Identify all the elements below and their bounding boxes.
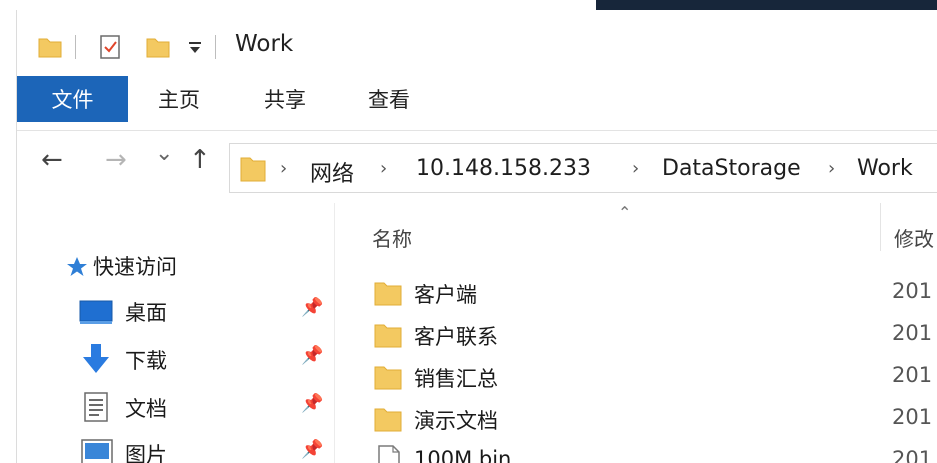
breadcrumb-separator: ›: [380, 158, 388, 179]
file-icon: [378, 445, 400, 463]
folder-icon: [374, 324, 402, 348]
list-item[interactable]: 客户联系 201: [374, 315, 934, 355]
sidebar-item-desktop[interactable]: 桌面 📌: [79, 291, 349, 331]
toolbar-separator: [75, 35, 76, 59]
file-date: 201: [892, 279, 933, 303]
sidebar-item-label: 文档: [125, 397, 167, 421]
tab-share[interactable]: 共享: [264, 76, 306, 122]
folder-icon: [240, 157, 266, 182]
pin-icon[interactable]: 📌: [301, 439, 323, 460]
tab-home[interactable]: 主页: [158, 76, 200, 122]
customize-toolbar-dropdown-icon[interactable]: [187, 40, 203, 54]
sidebar-item-pictures[interactable]: 图片 📌: [79, 433, 349, 463]
file-name: 销售汇总: [414, 367, 498, 391]
file-date: 201: [892, 447, 933, 463]
file-list: ⌃ 名称 修改 客户端 201 客户联系 201 销售汇总 201 演示文档 2…: [336, 203, 937, 463]
file-name: 100M.bin: [414, 447, 512, 463]
folder-icon: [374, 366, 402, 390]
pin-icon[interactable]: 📌: [301, 297, 323, 318]
column-header-name[interactable]: 名称: [372, 223, 412, 252]
sidebar-item-documents[interactable]: 文档 📌: [79, 387, 349, 427]
list-item[interactable]: 销售汇总 201: [374, 357, 934, 397]
file-date: 201: [892, 321, 933, 345]
navigation-pane: 快速访问 桌面 📌 下载 📌 文档 📌 图片 📌: [17, 203, 335, 463]
sidebar-item-downloads[interactable]: 下载 📌: [79, 339, 349, 379]
desktop-icon: [79, 300, 113, 324]
list-item[interactable]: 100M.bin 201: [374, 441, 934, 463]
background-window-edge: [596, 0, 937, 10]
ribbon: 文件 主页 共享 查看: [17, 76, 937, 131]
breadcrumb-work[interactable]: Work: [857, 156, 913, 181]
file-name: 演示文档: [414, 409, 498, 433]
breadcrumb-separator: ›: [280, 158, 288, 179]
sort-ascending-icon: ⌃: [618, 203, 632, 222]
file-name: 客户联系: [414, 325, 498, 349]
sidebar-item-label: 快速访问: [93, 255, 177, 279]
arrow-left-icon[interactable]: ←: [41, 145, 63, 175]
sidebar-item-label: 下载: [125, 349, 167, 373]
breadcrumb-separator: ›: [632, 158, 640, 179]
list-item[interactable]: 客户端 201: [374, 273, 934, 313]
tab-file[interactable]: 文件: [17, 76, 128, 122]
explorer-window: Work 文件 主页 共享 查看 ← → ⌄ ↑ › 网络 › 10.148.1…: [16, 10, 937, 463]
column-divider[interactable]: [880, 203, 881, 251]
column-header-modified[interactable]: 修改: [894, 223, 934, 252]
title-bar: Work: [17, 10, 937, 76]
pictures-icon: [81, 439, 113, 463]
sidebar-item-label: 桌面: [125, 301, 167, 325]
breadcrumb-host[interactable]: 10.148.158.233: [416, 156, 591, 181]
folder-icon[interactable]: [37, 34, 63, 60]
file-date: 201: [892, 405, 933, 429]
sidebar-item-label: 图片: [125, 443, 167, 463]
breadcrumb-network[interactable]: 网络: [310, 156, 354, 188]
new-folder-icon[interactable]: [145, 34, 171, 60]
star-icon: [67, 257, 87, 276]
tab-view[interactable]: 查看: [368, 76, 410, 122]
sidebar-item-quick-access[interactable]: 快速访问: [65, 245, 335, 285]
pin-icon[interactable]: 📌: [301, 345, 323, 366]
title-separator: [215, 35, 216, 59]
list-item[interactable]: 演示文档 201: [374, 399, 934, 439]
pin-icon[interactable]: 📌: [301, 393, 323, 414]
folder-icon: [374, 282, 402, 306]
file-date: 201: [892, 363, 933, 387]
address-bar[interactable]: › 网络 › 10.148.158.233 › DataStorage › Wo…: [229, 143, 937, 193]
window-title: Work: [235, 31, 294, 57]
folder-icon: [374, 408, 402, 432]
properties-icon[interactable]: [97, 34, 123, 60]
breadcrumb-datastorage[interactable]: DataStorage: [662, 156, 801, 181]
file-name: 客户端: [414, 283, 477, 307]
chevron-down-icon[interactable]: ⌄: [155, 141, 173, 166]
arrow-up-icon[interactable]: ↑: [189, 145, 211, 175]
breadcrumb-separator: ›: [828, 158, 836, 179]
navigation-bar: ← → ⌄ ↑ › 网络 › 10.148.158.233 › DataStor…: [17, 131, 937, 203]
document-icon: [84, 392, 108, 422]
download-icon: [83, 344, 109, 373]
arrow-right-icon[interactable]: →: [105, 145, 127, 175]
